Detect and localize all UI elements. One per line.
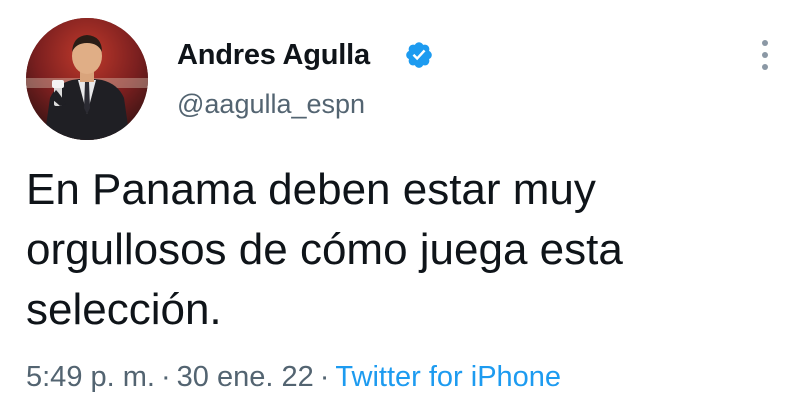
- tweet-card: Andres Agulla @aagulla_espn En Panama de…: [0, 0, 810, 420]
- user-handle[interactable]: @aagulla_espn: [177, 88, 365, 120]
- tweet-source-link[interactable]: Twitter for iPhone: [335, 361, 561, 393]
- meta-separator: ·: [319, 361, 330, 393]
- verified-badge-icon: [406, 42, 432, 68]
- display-name[interactable]: Andres Agulla: [177, 38, 370, 72]
- tweet-text-line: En Panama deben estar muy: [26, 165, 596, 214]
- tweet-date[interactable]: 30 ene. 22: [177, 361, 314, 393]
- more-vertical-icon[interactable]: [752, 36, 778, 74]
- tweet-text: En Panama deben estar muy orgullosos de …: [26, 160, 766, 340]
- meta-separator: ·: [160, 361, 171, 393]
- tweet-time[interactable]: 5:49 p. m.: [26, 361, 155, 393]
- avatar[interactable]: [26, 18, 148, 140]
- tweet-metadata: 5:49 p. m. · 30 ene. 22 · Twitter for iPhone: [26, 360, 561, 394]
- tweet-text-line: selección.: [26, 285, 222, 334]
- tweet-text-line: orgullosos de cómo juega esta: [26, 225, 623, 274]
